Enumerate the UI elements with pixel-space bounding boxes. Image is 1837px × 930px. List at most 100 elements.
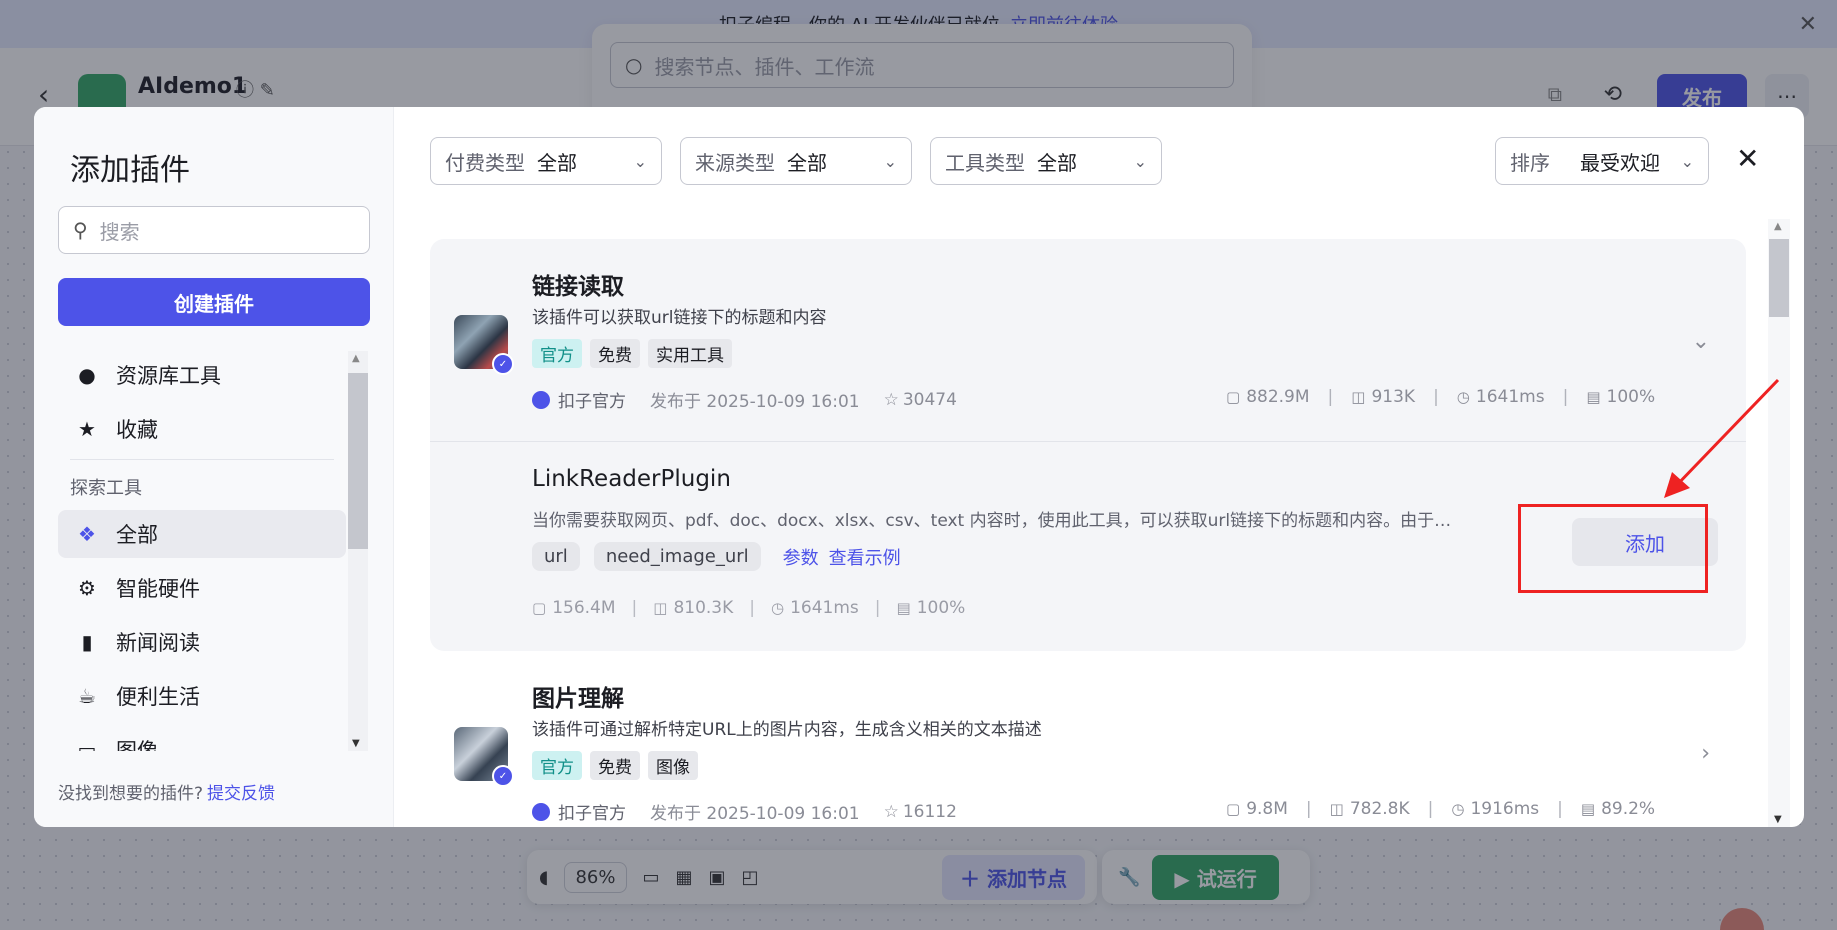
sidebar-item-all[interactable]: ❖ 全部: [58, 510, 346, 558]
bot-icon: ▢: [532, 599, 547, 617]
stat-latency: 1916ms: [1470, 799, 1540, 819]
add-plugin-modal: 添加插件 ⚲ 搜索 创建插件 ● 资源库工具 ★ 收藏 探索工具 ❖ 全部 ⚙ …: [34, 107, 1804, 827]
modal-sidebar: 添加插件 ⚲ 搜索 创建插件 ● 资源库工具 ★ 收藏 探索工具 ❖ 全部 ⚙ …: [34, 107, 394, 827]
example-link[interactable]: 查看示例: [829, 544, 901, 570]
chevron-right-icon[interactable]: ›: [1701, 741, 1710, 766]
param-tag: need_image_url: [593, 542, 761, 571]
plugin-thumbnail: ✓: [454, 315, 514, 375]
book-icon: ▮: [81, 630, 93, 654]
modal-title: 添加插件: [70, 153, 190, 188]
params-link[interactable]: 参数: [783, 544, 819, 570]
stat-bots: 156.4M: [552, 598, 616, 618]
create-plugin-button[interactable]: 创建插件: [58, 278, 370, 326]
author-avatar: [532, 390, 550, 409]
grid-icon: ❖: [78, 522, 96, 546]
calls-icon: ◫: [653, 599, 668, 617]
plugin-card[interactable]: ✓ 图片理解 该插件可通过解析特定URL上的图片内容，生成含义相关的文本描述 官…: [430, 651, 1746, 827]
plugin-description: 该插件可通过解析特定URL上的图片内容，生成含义相关的文本描述: [532, 720, 1042, 740]
sidebar-scrollbar[interactable]: ▲ ▼: [348, 351, 368, 751]
tag-free: 免费: [590, 339, 640, 368]
chevron-down-icon: ⌄: [1133, 151, 1147, 171]
filter-bar: 付费类型 全部 ⌄ 来源类型 全部 ⌄ 工具类型 全部 ⌄: [430, 137, 1162, 185]
star-icon: ★: [78, 417, 96, 441]
image-icon: ▭: [77, 738, 97, 751]
star-icon: ☆: [883, 801, 899, 822]
plugin-search-input[interactable]: ⚲ 搜索: [58, 206, 370, 254]
tool-stats: ▢ 156.4M | ◫ 810.3K | ◷ 1641ms | ▤ 100%: [532, 598, 966, 618]
sidebar-item-news[interactable]: ▮ 新闻阅读: [58, 618, 346, 666]
tool-params: url need_image_url 参数 查看示例: [532, 542, 901, 571]
filter-pay-type[interactable]: 付费类型 全部 ⌄: [430, 137, 662, 185]
tool-description: 当你需要获取网页、pdf、doc、docx、xlsx、csv、text 内容时，…: [532, 511, 1452, 531]
plugin-summary[interactable]: ✓ 图片理解 该插件可通过解析特定URL上的图片内容，生成含义相关的文本描述 官…: [430, 651, 1746, 827]
publish-date: 发布于 2025-10-09 16:01: [650, 392, 860, 412]
chevron-down-icon[interactable]: ⌄: [1692, 329, 1710, 354]
annotation-highlight-box: [1518, 504, 1708, 593]
close-icon[interactable]: ✕: [1736, 145, 1759, 173]
sidebar-item-favorites[interactable]: ★ 收藏: [58, 405, 346, 453]
chevron-down-icon: ⌄: [633, 151, 647, 171]
sidebar-item-life[interactable]: ☕ 便利生活: [58, 672, 346, 720]
sidebar-item-library[interactable]: ● 资源库工具: [58, 351, 346, 399]
bot-icon: ▢: [1226, 800, 1241, 818]
sidebar-item-hardware[interactable]: ⚙ 智能硬件: [58, 564, 346, 612]
plugin-author: 扣子官方: [532, 387, 626, 412]
success-icon: ▤: [896, 599, 911, 617]
scroll-up-icon[interactable]: ▲: [1774, 221, 1782, 232]
tool-name: LinkReaderPlugin: [532, 466, 731, 492]
annotation-arrow: [1664, 378, 1780, 498]
plugin-list-scrollbar[interactable]: ▲ ▼: [1768, 219, 1790, 827]
feedback-prompt: 没找到想要的插件? 提交反馈: [58, 784, 276, 804]
cup-icon: ☕: [78, 684, 96, 708]
plugin-stats: ▢ 882.9M | ◫ 913K | ◷ 1641ms | ▤ 100%: [1226, 387, 1656, 407]
search-icon: ⚲: [73, 218, 88, 242]
scroll-up-icon[interactable]: ▲: [352, 353, 360, 364]
chip-icon: ⚙: [78, 576, 96, 600]
feedback-link[interactable]: 提交反馈: [207, 784, 275, 804]
clock-icon: ◷: [771, 599, 785, 617]
tag-official: 官方: [532, 339, 582, 368]
tag-free: 免费: [590, 751, 640, 780]
stat-calls: 913K: [1371, 387, 1416, 407]
sidebar-section-title: 探索工具: [70, 478, 142, 499]
star-count: 30474: [902, 389, 957, 410]
scrollbar-thumb[interactable]: [1769, 239, 1789, 317]
param-tag: url: [532, 542, 580, 571]
chevron-down-icon: ⌄: [883, 151, 897, 171]
plugin-tags: 官方 免费 图像: [532, 751, 698, 780]
scrollbar-thumb[interactable]: [348, 373, 368, 549]
tag-category: 图像: [648, 751, 698, 780]
tag-official: 官方: [532, 751, 582, 780]
sidebar-item-image[interactable]: ▭ 图像: [58, 726, 346, 751]
author-avatar: [532, 802, 550, 821]
plugin-summary[interactable]: ✓ 链接读取 该插件可以获取url链接下的标题和内容 官方 免费 实用工具 扣子…: [430, 239, 1746, 449]
bot-icon: ▢: [1226, 388, 1241, 406]
person-icon: ●: [78, 363, 96, 387]
scroll-down-icon[interactable]: ▼: [352, 738, 360, 749]
stat-success: 89.2%: [1601, 799, 1656, 819]
plugin-name: 图片理解: [532, 686, 624, 712]
stat-latency: 1641ms: [1475, 387, 1545, 407]
sort-select[interactable]: 排序 最受欢迎 ⌄: [1495, 137, 1709, 185]
filter-tool-type[interactable]: 工具类型 全部 ⌄: [930, 137, 1162, 185]
stat-bots: 882.9M: [1246, 387, 1310, 407]
plugin-author: 扣子官方: [532, 799, 626, 824]
stat-bots: 9.8M: [1246, 799, 1288, 819]
success-icon: ▤: [1586, 388, 1601, 406]
modal-main: 付费类型 全部 ⌄ 来源类型 全部 ⌄ 工具类型 全部 ⌄ 排序 最受欢迎 ⌄ …: [394, 107, 1804, 827]
clock-icon: ◷: [1451, 800, 1465, 818]
star-count: 16112: [902, 801, 957, 822]
filter-source-type[interactable]: 来源类型 全部 ⌄: [680, 137, 912, 185]
success-icon: ▤: [1580, 800, 1596, 818]
official-badge-icon: ✓: [492, 353, 514, 375]
star-icon: ☆: [883, 389, 899, 410]
publish-date: 发布于 2025-10-09 16:01: [650, 804, 860, 824]
sidebar-nav: ● 资源库工具 ★ 收藏 探索工具 ❖ 全部 ⚙ 智能硬件 ▮ 新闻阅读 ☕ 便…: [58, 351, 346, 751]
plugin-stats: ▢ 9.8M | ◫ 782.8K | ◷ 1916ms | ▤ 89.2%: [1226, 799, 1656, 819]
sidebar-divider: [70, 459, 334, 460]
scroll-down-icon[interactable]: ▼: [1774, 814, 1782, 825]
stat-latency: 1641ms: [790, 598, 859, 618]
plugin-tags: 官方 免费 实用工具: [532, 339, 732, 368]
plugin-meta: 扣子官方 发布于 2025-10-09 16:01 ☆ 30474: [532, 387, 957, 412]
calls-icon: ◫: [1329, 800, 1344, 818]
